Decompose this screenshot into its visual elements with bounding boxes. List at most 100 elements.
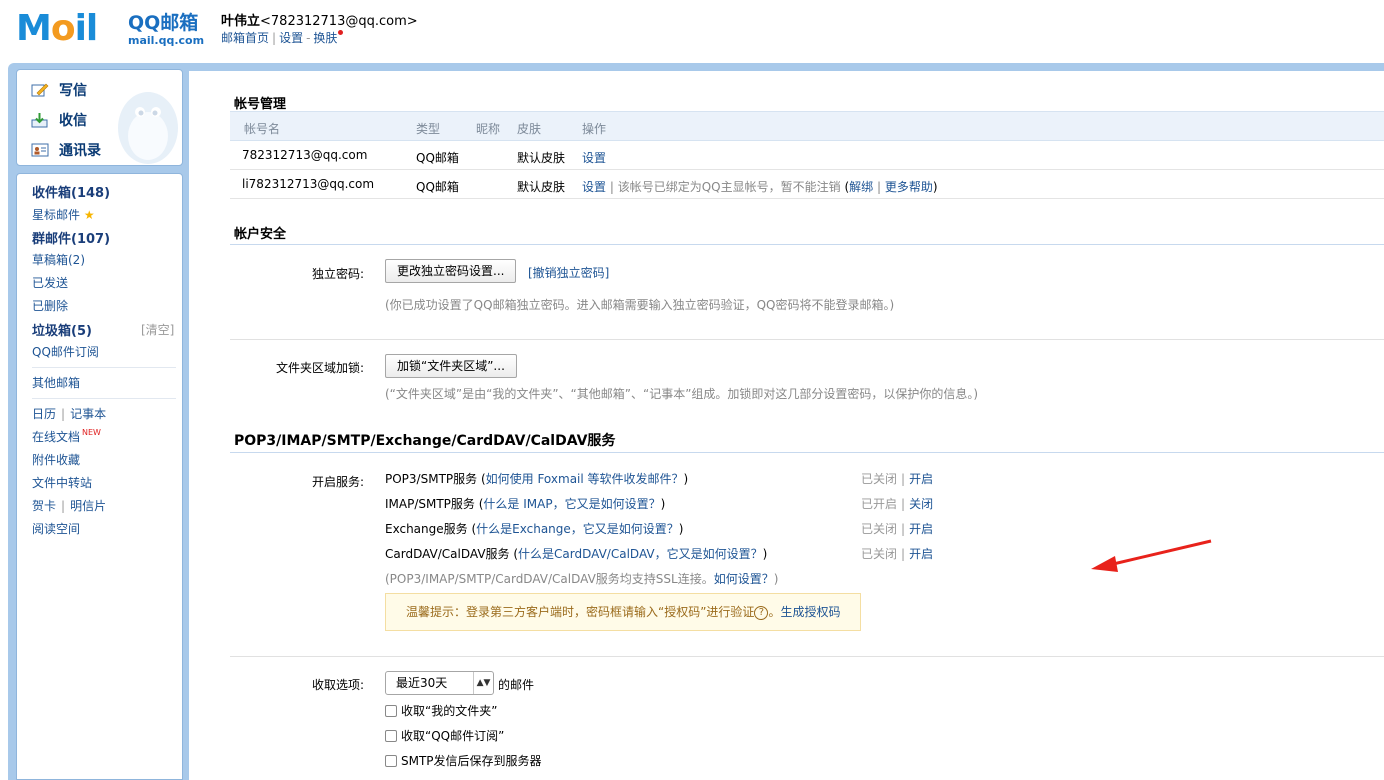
more-help-link[interactable]: 更多帮助 [885,180,933,194]
clear-spam-link[interactable]: [清空] [141,321,174,338]
receive-button[interactable]: 收信 [31,110,87,130]
account-section-title: 帐号管理 [234,97,287,112]
revoke-password-link[interactable]: [撤销独立密码] [528,264,609,281]
ssl-setup-link[interactable]: 如何设置？ [714,572,774,586]
other-mailboxes-link[interactable]: 其他邮箱 [32,374,80,391]
folder-deleted[interactable]: 已删除 [32,297,68,314]
service-name: POP3/SMTP服务 [385,472,478,486]
ssl-note-text: (POP3/IMAP/SMTP/CardDAV/CalDAV服务均支持SSL连接… [385,572,714,586]
account-settings-link[interactable]: 设置 [582,180,606,194]
service-state: 已关闭 | 开启 [861,547,934,561]
folder-lock-label: 文件夹区域加锁: [275,361,364,375]
column-account: 帐号名 [244,122,281,136]
calendar-link[interactable]: 日历 [32,407,56,421]
protocols-section-title: POP3/IMAP/SMTP/Exchange/CardDAV/CalDAV服务 [234,433,616,449]
service-help-link[interactable]: 什么是 IMAP，它又是如何设置？ [483,497,660,511]
folder-lock-note: (“文件夹区域”是由“我的文件夹”、“其他邮箱”、“记事本”组成。加锁即对这几部… [385,387,979,401]
service-state: 已开启 | 关闭 [861,497,934,511]
contacts-icon [31,143,49,157]
service-pop3-smtp: POP3/SMTP服务 (如何使用 Foxmail 等软件收发邮件？) [385,472,689,486]
file-transfer-link[interactable]: 文件中转站 [32,474,92,491]
settings-link[interactable]: 设置 [279,31,303,45]
service-state: 已关闭 | 开启 [861,472,934,486]
tools-row-1: 日历 | 记事本 [32,407,107,421]
account-type: QQ邮箱 [416,151,459,165]
notification-dot [338,30,344,35]
mail-logo-mark: Moil [16,8,98,49]
service-exchange: Exchange服务 (什么是Exchange，它又是如何设置？) [385,522,684,536]
user-display-name: 叶伟立 [221,14,261,29]
service-help-link[interactable]: 什么是CardDAV/CalDAV，它又是如何设置？ [518,547,763,561]
header: Moil QQ邮箱 mail.qq.com 叶伟立<782312713@qq.c… [0,0,1384,62]
service-help-link[interactable]: 什么是Exchange，它又是如何设置？ [476,522,679,536]
folder-subscriptions[interactable]: QQ邮件订阅 [32,343,99,360]
folder-starred[interactable]: 星标邮件 ★ [32,206,95,223]
settings-main: 帐号管理 帐号名 类型 昵称 皮肤 操作 782312713@qq.com QQ… [189,71,1384,780]
compose-label: 写信 [59,83,87,99]
service-state: 已关闭 | 开启 [861,522,934,536]
star-icon: ★ [83,208,95,222]
folder-group[interactable]: 群邮件(107) [32,228,110,247]
service-status: 已关闭 [861,472,898,486]
account-type: QQ邮箱 [416,180,459,194]
column-skin: 皮肤 [517,122,542,136]
folder-inbox[interactable]: 收件箱(148) [32,182,110,201]
service-status: 已关闭 [861,547,898,561]
unbind-link[interactable]: 解绑 [849,180,873,194]
postcards-link[interactable]: 明信片 [70,499,106,513]
quick-actions-panel: 写信 收信 通讯录 [16,69,183,166]
password-note: (你已成功设置了QQ邮箱独立密码。进入邮箱需要输入独立密码验证，QQ密码将不能登… [385,298,895,312]
logo-domain: mail.qq.com [128,34,205,47]
service-help-link[interactable]: 如何使用 Foxmail 等软件收发邮件？ [486,472,684,486]
folder-sidebar: 收件箱(148) 星标邮件 ★ 群邮件(107) 草稿箱(2) 已发送 已删除 … [16,173,183,780]
section-divider [230,244,1384,245]
enable-carddav-link[interactable]: 开启 [909,547,933,561]
disable-imap-link[interactable]: 关闭 [909,497,933,511]
folder-starred-label: 星标邮件 [32,208,81,222]
folder-spam[interactable]: 垃圾箱(5) [32,320,92,339]
new-badge: NEW [82,428,101,437]
option-subscriptions[interactable]: 收取“QQ邮件订阅” [385,727,504,744]
checkbox[interactable] [385,729,397,742]
change-password-button[interactable]: 更改独立密码设置... [385,259,517,283]
table-row: 782312713@qq.com QQ邮箱 默认皮肤 设置 [230,141,1384,170]
receive-range-select[interactable]: 最近30天 ▲▼ [385,671,494,695]
enable-services-label: 开启服务: [311,475,364,489]
account-settings-link[interactable]: 设置 [582,149,606,166]
change-skin-link[interactable]: 换肤 [313,31,337,45]
option-label: 收取“QQ邮件订阅” [401,729,505,743]
receive-suffix: 的邮件 [498,678,535,692]
ssl-note: (POP3/IMAP/SMTP/CardDAV/CalDAV服务均支持SSL连接… [385,572,779,586]
qq-mail-logo[interactable]: Moil QQ邮箱 mail.qq.com [16,8,205,50]
greeting-cards-link[interactable]: 贺卡 [32,499,56,513]
online-docs-label: 在线文档 [32,430,81,444]
account-name: li782312713@qq.com [242,177,375,191]
checkbox[interactable] [385,704,397,717]
attachments-link[interactable]: 附件收藏 [32,451,80,468]
red-annotation-arrow [1091,539,1212,572]
checkbox[interactable] [385,754,397,767]
online-docs-link[interactable]: 在线文档 NEW [32,428,101,445]
independent-password-label: 独立密码: [311,267,364,281]
help-circle-icon[interactable]: ? [754,605,769,620]
reading-space-link[interactable]: 阅读空间 [32,520,80,537]
contacts-button[interactable]: 通讯录 [31,140,101,160]
mail-home-link[interactable]: 邮箱首页 [221,31,269,45]
option-my-folders[interactable]: 收取“我的文件夹” [385,702,497,719]
option-smtp-save[interactable]: SMTP发信后保存到服务器 [385,752,542,769]
folder-lock-button[interactable]: 加锁“文件夹区域”... [385,354,517,378]
account-name: 782312713@qq.com [242,148,368,162]
option-label: SMTP发信后保存到服务器 [401,754,542,768]
table-row: li782312713@qq.com QQ邮箱 默认皮肤 设置 | 该帐号已绑定… [230,170,1384,199]
header-links: 邮箱首页 | 设置 - 换肤 [221,29,344,46]
enable-exchange-link[interactable]: 开启 [909,522,933,536]
enable-pop3-link[interactable]: 开启 [909,472,933,486]
column-action: 操作 [582,122,607,136]
compose-button[interactable]: 写信 [31,80,87,100]
folder-sent[interactable]: 已发送 [32,274,68,291]
notes-link[interactable]: 记事本 [70,407,106,421]
divider [32,367,176,368]
generate-auth-code-link[interactable]: 生成授权码 [780,605,840,619]
folder-drafts[interactable]: 草稿箱(2) [32,251,85,268]
service-imap-smtp: IMAP/SMTP服务 (什么是 IMAP，它又是如何设置？) [385,497,666,511]
